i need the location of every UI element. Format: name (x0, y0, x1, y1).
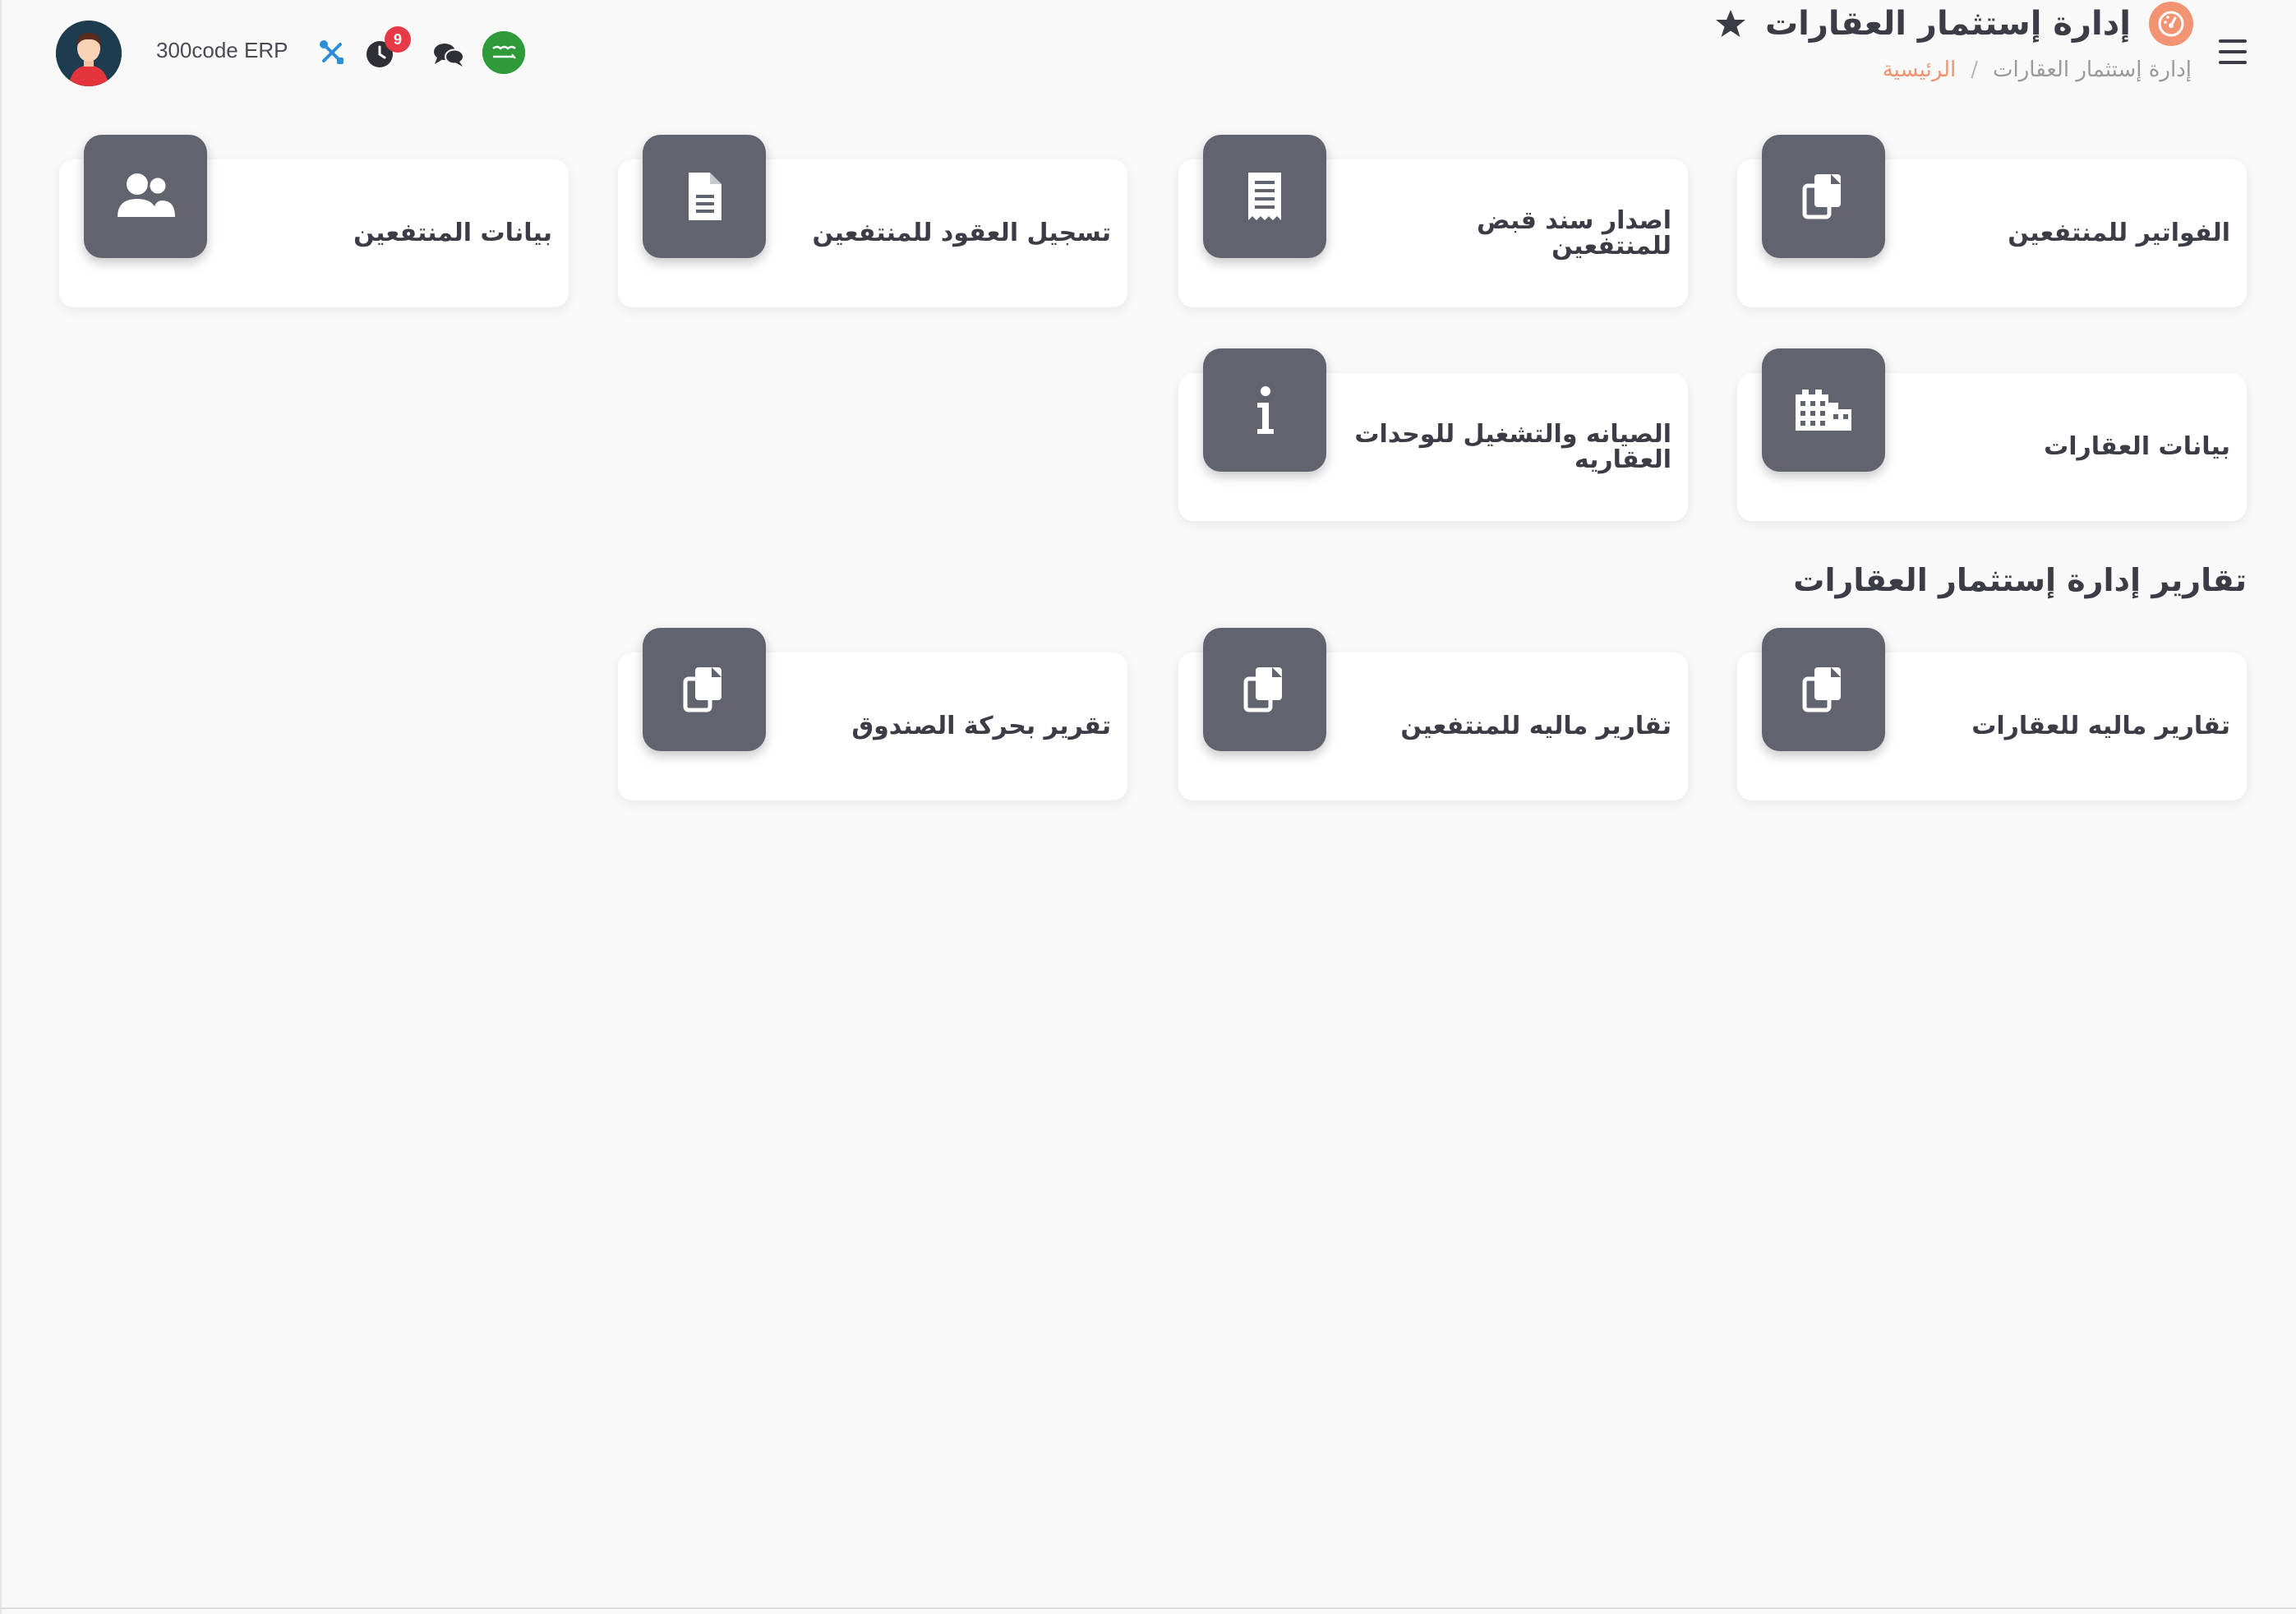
card-maintenance[interactable]: الصيانه والتشغيل للوحدات العقاريه (1178, 348, 1688, 521)
breadcrumb-separator: / (1971, 58, 1979, 82)
brand-name: 300code ERP (156, 38, 288, 62)
building-icon (1762, 348, 1885, 472)
info-icon (1203, 348, 1326, 472)
card-label: بيانات المنتفعين (353, 219, 552, 248)
breadcrumb: الرئيسية / إدارة إستثمار العقارات (1883, 58, 2192, 82)
notification-badge: 9 (385, 26, 411, 53)
card-label: تقرير بحركة الصندوق (851, 712, 1111, 741)
card-properties-data[interactable]: بيانات العقارات (1737, 348, 2247, 521)
tools-icon[interactable] (319, 39, 345, 66)
reports-section-title: تقارير إدارة إستثمار العقارات (1793, 562, 2247, 598)
card-beneficiary-financial-reports[interactable]: تقارير ماليه للمنتفعين (1178, 628, 1688, 800)
users-icon (84, 135, 207, 258)
card-label: تسجيل العقود للمنتفعين (812, 219, 1112, 248)
copy-icon (1762, 628, 1885, 751)
card-label: الفواتير للمنتفعين (2008, 219, 2230, 248)
card-contracts[interactable]: تسجيل العقود للمنتفعين (618, 135, 1127, 307)
card-receipt-voucher[interactable]: اصدار سند قبض للمنتفعين (1178, 135, 1688, 307)
card-property-financial-reports[interactable]: تقارير ماليه للعقارات (1737, 628, 2247, 800)
breadcrumb-current: إدارة إستثمار العقارات (1993, 58, 2192, 82)
card-label: بيانات العقارات (2044, 432, 2230, 462)
card-invoices[interactable]: الفواتير للمنتفعين (1737, 135, 2247, 307)
page-bottom-border (0, 1607, 2296, 1609)
receipt-icon (1203, 135, 1326, 258)
page-left-border (0, 0, 2, 1614)
copy-icon (643, 628, 766, 751)
card-label: اصدار سند قبض للمنتفعين (1477, 205, 1671, 261)
card-beneficiaries-data[interactable]: بيانات المنتفعين (59, 135, 569, 307)
copy-icon (1762, 135, 1885, 258)
page-title-bar: إدارة إستثمار العقارات (1714, 2, 2193, 46)
favorite-star-icon[interactable] (1714, 7, 1747, 40)
avatar[interactable] (56, 21, 122, 86)
card-cash-movement-report[interactable]: تقرير بحركة الصندوق (618, 628, 1127, 800)
file-icon (643, 135, 766, 258)
dashboard-gauge-icon (2149, 2, 2193, 46)
chat-icon[interactable] (432, 41, 465, 67)
copy-icon (1203, 628, 1326, 751)
card-label: تقارير ماليه للمنتفعين (1400, 712, 1671, 741)
menu-toggle-icon[interactable] (2219, 39, 2247, 64)
card-label: الصيانه والتشغيل للوحدات العقاريه (1354, 419, 1671, 474)
breadcrumb-home-link[interactable]: الرئيسية (1883, 58, 1957, 82)
language-flag-icon[interactable] (482, 31, 525, 74)
page-title: إدارة إستثمار العقارات (1764, 5, 2131, 43)
card-label: تقارير ماليه للعقارات (1971, 712, 2230, 741)
